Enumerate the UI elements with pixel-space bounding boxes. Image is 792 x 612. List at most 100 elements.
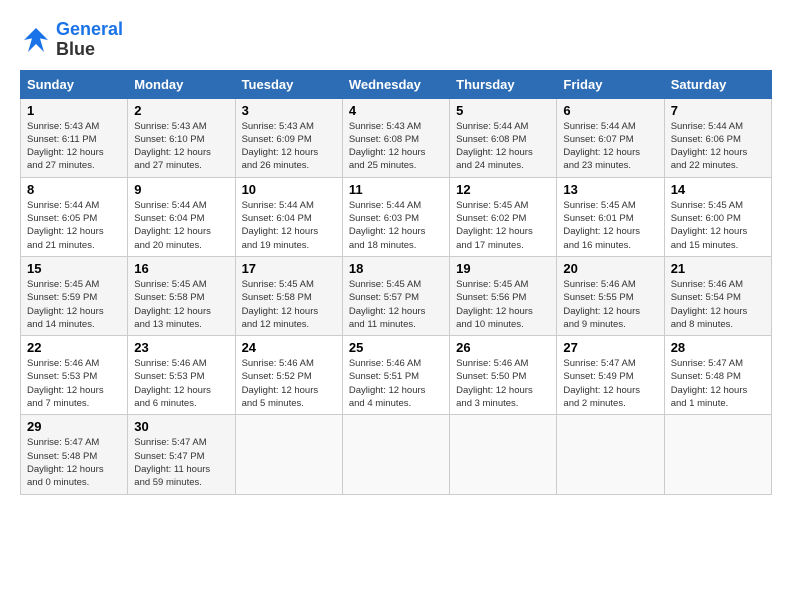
calendar-cell-10: 10Sunrise: 5:44 AM Sunset: 6:04 PM Dayli… — [235, 177, 342, 256]
calendar-cell-23: 23 Sunrise: 5:46 AM Sunset: 5:53 PM Dayli… — [128, 336, 235, 415]
calendar-cell-6: 6 Sunrise: 5:44 AM Sunset: 6:07 PM Daylig… — [557, 98, 664, 177]
day-info: Sunrise: 5:45 AM Sunset: 6:00 PM Dayligh… — [671, 199, 765, 252]
day-number: 8 — [27, 182, 121, 197]
day-info: Sunrise: 5:46 AM Sunset: 5:53 PM Dayligh… — [134, 357, 228, 410]
day-info: Sunrise: 5:46 AM Sunset: 5:53 PM Dayligh… — [27, 357, 121, 410]
calendar-table: SundayMondayTuesdayWednesdayThursdayFrid… — [20, 70, 772, 495]
day-info: Sunrise: 5:44 AM Sunset: 6:08 PM Dayligh… — [456, 120, 550, 173]
calendar-week-1: 1 Sunrise: 5:43 AM Sunset: 6:11 PM Daylig… — [21, 98, 772, 177]
day-info: Sunrise: 5:43 AM Sunset: 6:10 PM Dayligh… — [134, 120, 228, 173]
day-info: Sunrise: 5:46 AM Sunset: 5:55 PM Dayligh… — [563, 278, 657, 331]
day-number: 11 — [349, 182, 443, 197]
calendar-cell-25: 25 Sunrise: 5:46 AM Sunset: 5:51 PM Dayli… — [342, 336, 449, 415]
calendar-cell-14: 14Sunrise: 5:45 AM Sunset: 6:00 PM Dayli… — [664, 177, 771, 256]
weekday-header-monday: Monday — [128, 70, 235, 98]
day-info: Sunrise: 5:47 AM Sunset: 5:48 PM Dayligh… — [27, 436, 121, 489]
day-number: 3 — [242, 103, 336, 118]
calendar-week-5: 29 Sunrise: 5:47 AM Sunset: 5:48 PM Dayli… — [21, 415, 772, 494]
calendar-cell-7: 7 Sunrise: 5:44 AM Sunset: 6:06 PM Daylig… — [664, 98, 771, 177]
day-number: 28 — [671, 340, 765, 355]
day-number: 15 — [27, 261, 121, 276]
day-number: 9 — [134, 182, 228, 197]
day-info: Sunrise: 5:44 AM Sunset: 6:07 PM Dayligh… — [563, 120, 657, 173]
day-number: 18 — [349, 261, 443, 276]
calendar-cell-13: 13Sunrise: 5:45 AM Sunset: 6:01 PM Dayli… — [557, 177, 664, 256]
calendar-cell-29: 29 Sunrise: 5:47 AM Sunset: 5:48 PM Dayli… — [21, 415, 128, 494]
day-info: Sunrise: 5:45 AM Sunset: 5:58 PM Dayligh… — [242, 278, 336, 331]
day-number: 27 — [563, 340, 657, 355]
calendar-cell-empty — [342, 415, 449, 494]
day-number: 24 — [242, 340, 336, 355]
calendar-cell-1: 1 Sunrise: 5:43 AM Sunset: 6:11 PM Daylig… — [21, 98, 128, 177]
logo-icon — [20, 24, 52, 56]
day-info: Sunrise: 5:45 AM Sunset: 5:56 PM Dayligh… — [456, 278, 550, 331]
calendar-cell-3: 3 Sunrise: 5:43 AM Sunset: 6:09 PM Daylig… — [235, 98, 342, 177]
day-number: 4 — [349, 103, 443, 118]
day-info: Sunrise: 5:45 AM Sunset: 5:58 PM Dayligh… — [134, 278, 228, 331]
day-info: Sunrise: 5:44 AM Sunset: 6:03 PM Dayligh… — [349, 199, 443, 252]
day-info: Sunrise: 5:47 AM Sunset: 5:48 PM Dayligh… — [671, 357, 765, 410]
day-number: 6 — [563, 103, 657, 118]
calendar-cell-22: 22 Sunrise: 5:46 AM Sunset: 5:53 PM Dayli… — [21, 336, 128, 415]
weekday-header-row: SundayMondayTuesdayWednesdayThursdayFrid… — [21, 70, 772, 98]
calendar-cell-9: 9 Sunrise: 5:44 AM Sunset: 6:04 PM Daylig… — [128, 177, 235, 256]
calendar-cell-2: 2 Sunrise: 5:43 AM Sunset: 6:10 PM Daylig… — [128, 98, 235, 177]
calendar-cell-21: 21Sunrise: 5:46 AM Sunset: 5:54 PM Dayli… — [664, 256, 771, 335]
day-info: Sunrise: 5:43 AM Sunset: 6:08 PM Dayligh… — [349, 120, 443, 173]
calendar-cell-12: 12Sunrise: 5:45 AM Sunset: 6:02 PM Dayli… — [450, 177, 557, 256]
day-info: Sunrise: 5:44 AM Sunset: 6:05 PM Dayligh… — [27, 199, 121, 252]
day-info: Sunrise: 5:46 AM Sunset: 5:51 PM Dayligh… — [349, 357, 443, 410]
day-number: 1 — [27, 103, 121, 118]
day-info: Sunrise: 5:43 AM Sunset: 6:09 PM Dayligh… — [242, 120, 336, 173]
day-number: 22 — [27, 340, 121, 355]
calendar-cell-16: 16Sunrise: 5:45 AM Sunset: 5:58 PM Dayli… — [128, 256, 235, 335]
day-info: Sunrise: 5:46 AM Sunset: 5:52 PM Dayligh… — [242, 357, 336, 410]
day-info: Sunrise: 5:44 AM Sunset: 6:06 PM Dayligh… — [671, 120, 765, 173]
weekday-header-sunday: Sunday — [21, 70, 128, 98]
day-number: 10 — [242, 182, 336, 197]
day-number: 13 — [563, 182, 657, 197]
weekday-header-tuesday: Tuesday — [235, 70, 342, 98]
day-number: 25 — [349, 340, 443, 355]
calendar-cell-17: 17 Sunrise: 5:45 AM Sunset: 5:58 PM Dayli… — [235, 256, 342, 335]
logo-text: General Blue — [56, 20, 123, 60]
calendar-cell-8: 8 Sunrise: 5:44 AM Sunset: 6:05 PM Daylig… — [21, 177, 128, 256]
day-number: 30 — [134, 419, 228, 434]
calendar-cell-5: 5Sunrise: 5:44 AM Sunset: 6:08 PM Daylig… — [450, 98, 557, 177]
day-number: 26 — [456, 340, 550, 355]
day-info: Sunrise: 5:45 AM Sunset: 5:57 PM Dayligh… — [349, 278, 443, 331]
weekday-header-saturday: Saturday — [664, 70, 771, 98]
calendar-cell-27: 27Sunrise: 5:47 AM Sunset: 5:49 PM Dayli… — [557, 336, 664, 415]
day-info: Sunrise: 5:47 AM Sunset: 5:47 PM Dayligh… — [134, 436, 228, 489]
calendar-cell-4: 4 Sunrise: 5:43 AM Sunset: 6:08 PM Daylig… — [342, 98, 449, 177]
day-number: 20 — [563, 261, 657, 276]
day-number: 7 — [671, 103, 765, 118]
day-number: 17 — [242, 261, 336, 276]
calendar-cell-empty — [450, 415, 557, 494]
weekday-header-wednesday: Wednesday — [342, 70, 449, 98]
calendar-cell-30: 30 Sunrise: 5:47 AM Sunset: 5:47 PM Dayli… — [128, 415, 235, 494]
day-number: 2 — [134, 103, 228, 118]
calendar-cell-15: 15Sunrise: 5:45 AM Sunset: 5:59 PM Dayli… — [21, 256, 128, 335]
day-number: 19 — [456, 261, 550, 276]
weekday-header-friday: Friday — [557, 70, 664, 98]
day-info: Sunrise: 5:46 AM Sunset: 5:54 PM Dayligh… — [671, 278, 765, 331]
calendar-cell-20: 20 Sunrise: 5:46 AM Sunset: 5:55 PM Dayli… — [557, 256, 664, 335]
calendar-week-2: 8 Sunrise: 5:44 AM Sunset: 6:05 PM Daylig… — [21, 177, 772, 256]
calendar-cell-11: 11 Sunrise: 5:44 AM Sunset: 6:03 PM Dayli… — [342, 177, 449, 256]
calendar-cell-empty — [664, 415, 771, 494]
calendar-cell-28: 28 Sunrise: 5:47 AM Sunset: 5:48 PM Dayli… — [664, 336, 771, 415]
weekday-header-thursday: Thursday — [450, 70, 557, 98]
day-number: 12 — [456, 182, 550, 197]
calendar-week-3: 15Sunrise: 5:45 AM Sunset: 5:59 PM Dayli… — [21, 256, 772, 335]
day-info: Sunrise: 5:44 AM Sunset: 6:04 PM Dayligh… — [134, 199, 228, 252]
calendar-cell-19: 19 Sunrise: 5:45 AM Sunset: 5:56 PM Dayli… — [450, 256, 557, 335]
day-info: Sunrise: 5:43 AM Sunset: 6:11 PM Dayligh… — [27, 120, 121, 173]
calendar-cell-empty — [235, 415, 342, 494]
calendar-week-4: 22 Sunrise: 5:46 AM Sunset: 5:53 PM Dayli… — [21, 336, 772, 415]
calendar-cell-18: 18 Sunrise: 5:45 AM Sunset: 5:57 PM Dayli… — [342, 256, 449, 335]
day-number: 29 — [27, 419, 121, 434]
day-number: 23 — [134, 340, 228, 355]
calendar-cell-24: 24 Sunrise: 5:46 AM Sunset: 5:52 PM Dayli… — [235, 336, 342, 415]
logo: General Blue — [20, 20, 123, 60]
